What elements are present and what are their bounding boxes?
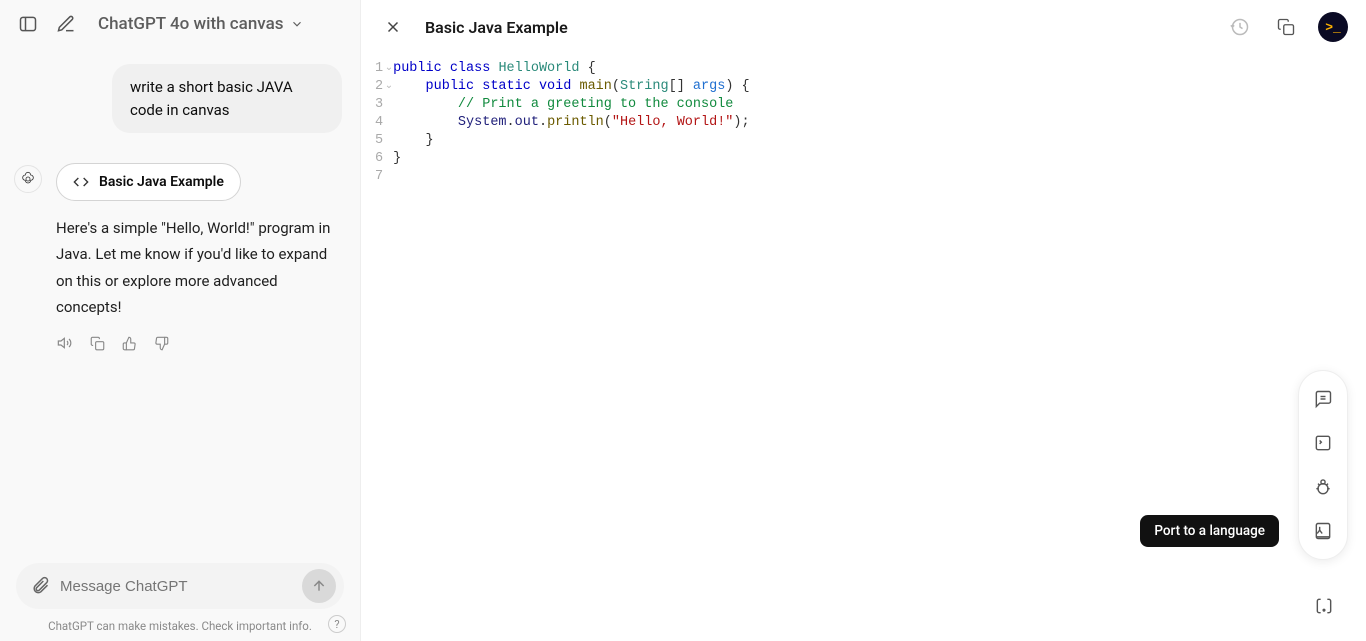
- assistant-message: Here's a simple "Hello, World!" program …: [56, 215, 336, 320]
- message-actions: [56, 334, 346, 352]
- chevron-down-icon: [290, 17, 304, 31]
- assistant-avatar: [14, 165, 42, 193]
- copy-icon[interactable]: [88, 334, 106, 352]
- model-label: ChatGPT 4o with canvas: [98, 14, 284, 34]
- code-line: public class HelloWorld {: [393, 60, 1366, 78]
- new-chat-icon[interactable]: [52, 10, 80, 38]
- thumbs-up-icon[interactable]: [120, 334, 138, 352]
- code-body: public class HelloWorld { public static …: [393, 60, 1366, 186]
- chat-input-box: [16, 563, 344, 609]
- brackets-tool-icon[interactable]: [1304, 586, 1344, 626]
- input-area: [0, 555, 360, 613]
- canvas-tools: Port to a language: [1298, 370, 1348, 560]
- assistant-row: Basic Java Example: [14, 163, 346, 201]
- chat-input[interactable]: [60, 578, 292, 595]
- code-editor[interactable]: 1⌄ 2⌄ 3 4 5 6 7 public class HelloWorld …: [361, 54, 1366, 192]
- code-line: // Print a greeting to the console: [393, 96, 1366, 114]
- port-tooltip: Port to a language: [1140, 515, 1279, 547]
- history-icon[interactable]: [1226, 13, 1254, 41]
- close-canvas-icon[interactable]: [379, 13, 407, 41]
- code-line: System.out.println("Hello, World!");: [393, 114, 1366, 132]
- send-button[interactable]: [302, 569, 336, 603]
- help-button[interactable]: ?: [328, 615, 346, 633]
- bug-tool-icon[interactable]: [1303, 467, 1343, 507]
- chat-sidebar: ChatGPT 4o with canvas write a short bas…: [0, 0, 360, 641]
- port-language-tool-icon[interactable]: Port to a language: [1303, 511, 1343, 551]
- line-gutter: 1⌄ 2⌄ 3 4 5 6 7: [361, 60, 393, 186]
- thumbs-down-icon[interactable]: [152, 334, 170, 352]
- canvas-title: Basic Java Example: [425, 18, 568, 37]
- disclaimer: ChatGPT can make mistakes. Check importa…: [0, 613, 360, 641]
- profile-badge[interactable]: >_: [1318, 12, 1348, 42]
- code-line: }: [393, 150, 1366, 168]
- artifact-label: Basic Java Example: [99, 174, 224, 190]
- copy-canvas-icon[interactable]: [1272, 13, 1300, 41]
- read-aloud-icon[interactable]: [56, 334, 74, 352]
- collapse-sidebar-icon[interactable]: [14, 10, 42, 38]
- model-selector[interactable]: ChatGPT 4o with canvas: [98, 14, 304, 34]
- code-line: [393, 168, 1366, 186]
- code-line: }: [393, 132, 1366, 150]
- conversation: write a short basic JAVA code in canvas …: [0, 48, 360, 555]
- logs-tool-icon[interactable]: [1303, 423, 1343, 463]
- canvas-panel: Basic Java Example >_ 1⌄ 2⌄ 3 4 5 6 7: [360, 0, 1366, 641]
- canvas-header: Basic Java Example >_: [361, 0, 1366, 54]
- user-message: write a short basic JAVA code in canvas: [112, 64, 342, 133]
- code-icon: [73, 174, 89, 190]
- top-bar: ChatGPT 4o with canvas: [0, 0, 360, 48]
- attach-icon[interactable]: [30, 576, 50, 596]
- artifact-chip[interactable]: Basic Java Example: [56, 163, 241, 201]
- code-line: public static void main(String[] args) {: [393, 78, 1366, 96]
- comment-tool-icon[interactable]: [1303, 379, 1343, 419]
